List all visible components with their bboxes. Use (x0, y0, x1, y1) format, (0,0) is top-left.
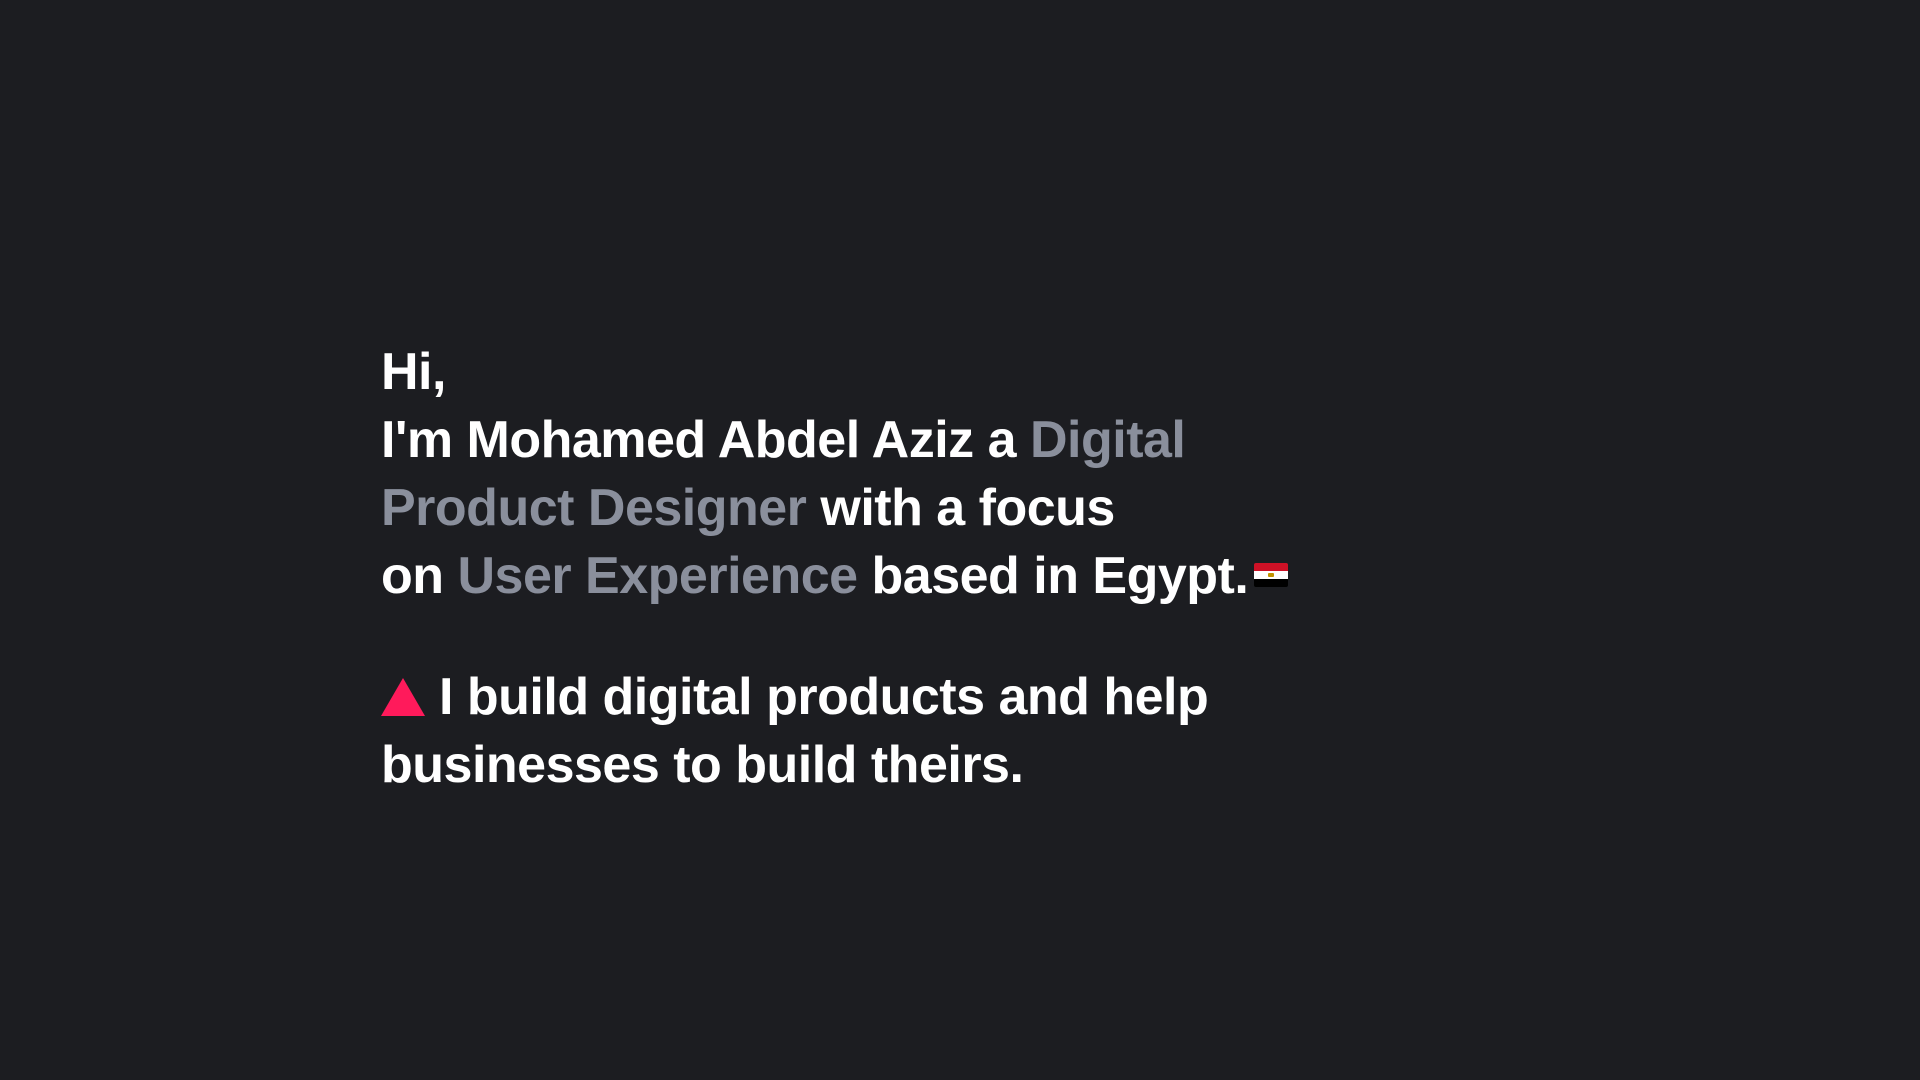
intro-name: I'm Mohamed Abdel Aziz a (381, 411, 1017, 469)
on-text: on (381, 547, 444, 605)
tagline-line-2: businesses to build theirs. (381, 736, 1024, 794)
egypt-flag-icon (1254, 563, 1289, 588)
intro-line-3: on User Experience based in Egypt. (381, 542, 1381, 610)
intro-line-1: I'm Mohamed Abdel Aziz a Digital (381, 406, 1381, 474)
triangle-icon (381, 678, 425, 716)
location-text: based in Egypt. (871, 547, 1249, 605)
tagline-text-1: I build digital products and help (439, 668, 1209, 726)
tagline: I build digital products and help busine… (381, 663, 1381, 799)
specialty-user-experience: User Experience (457, 547, 858, 605)
tagline-line-1: I build digital products and help (381, 663, 1381, 731)
role-product-designer: Product Designer (381, 479, 807, 537)
focus-text: with a focus (820, 479, 1115, 537)
greeting: Hi, (381, 343, 446, 401)
hero-section: Hi, I'm Mohamed Abdel Aziz a Digital Pro… (381, 338, 1381, 799)
hero-intro: Hi, I'm Mohamed Abdel Aziz a Digital Pro… (381, 338, 1381, 610)
intro-line-2: Product Designer with a focus (381, 474, 1381, 542)
role-digital: Digital (1029, 411, 1186, 469)
